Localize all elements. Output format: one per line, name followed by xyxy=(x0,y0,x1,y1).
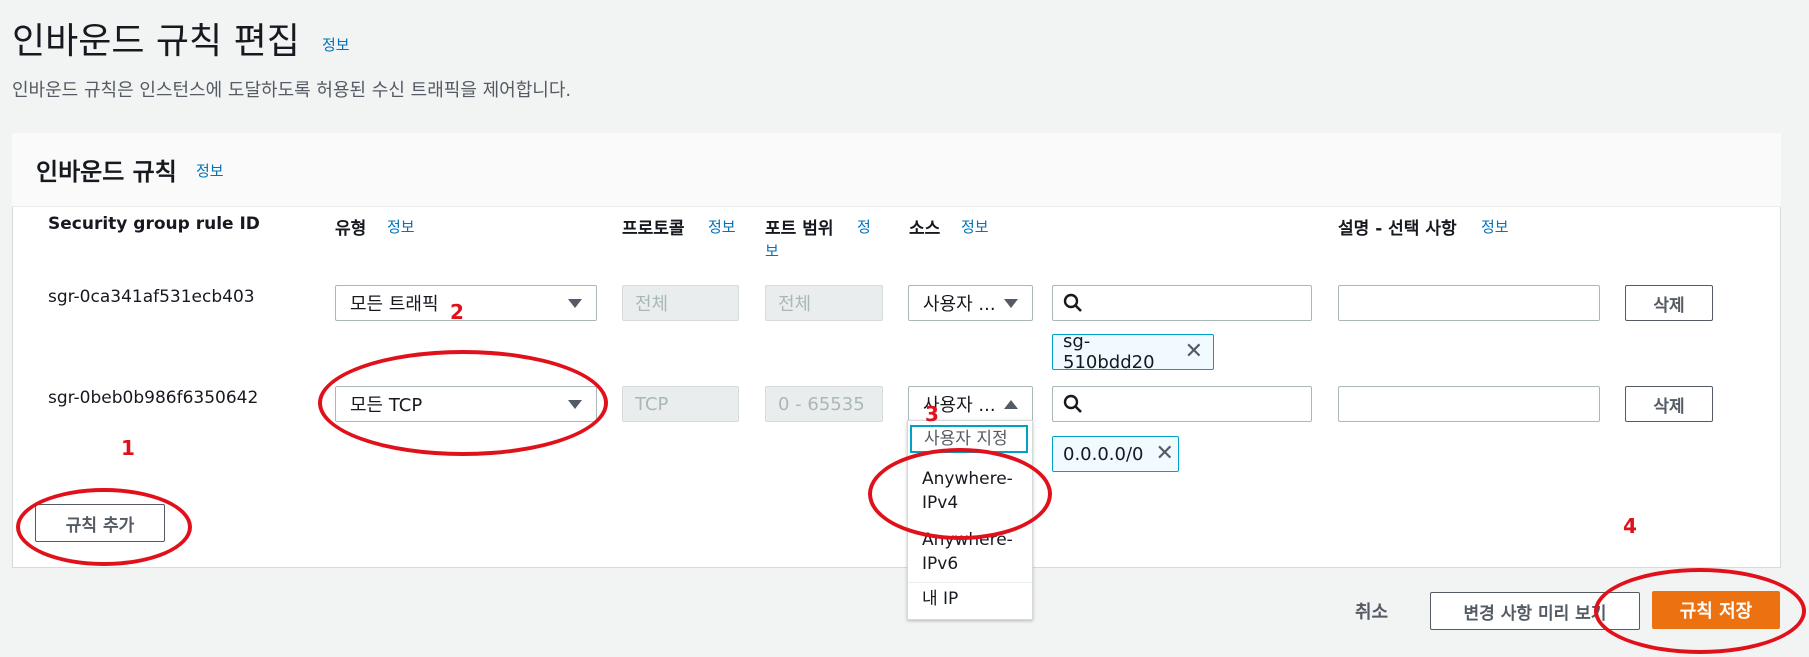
search-icon xyxy=(1063,394,1082,413)
description-input-2[interactable] xyxy=(1338,386,1600,422)
column-header-type: 유형 xyxy=(335,219,367,239)
caret-up-icon xyxy=(1004,399,1018,409)
column-header-port-range: 포트 범위 xyxy=(765,219,834,239)
cancel-button[interactable]: 취소 xyxy=(1355,598,1388,624)
token-label: 0.0.0.0/0 xyxy=(1063,443,1144,465)
annotation-number-4: 4 xyxy=(1623,514,1637,538)
rule-id-1: sgr-0ca341af531ecb403 xyxy=(48,287,255,307)
source-select-1[interactable]: 사용자 ... xyxy=(908,285,1033,321)
caret-down-icon xyxy=(1004,298,1018,308)
caret-down-icon xyxy=(568,298,582,308)
delete-button-2[interactable]: 삭제 xyxy=(1625,386,1713,422)
page-title: 인바운드 규칙 편집 xyxy=(12,21,300,62)
protocol-field-1: 전체 xyxy=(622,285,739,321)
source-token-1: sg-510bdd20 ✕ xyxy=(1052,331,1214,373)
port-field-2: 0 - 65535 xyxy=(765,386,883,422)
source-select-value: 사용자 ... xyxy=(923,294,996,315)
column-header-description: 설명 - 선택 사항 xyxy=(1338,219,1457,239)
cidr-search-input-2[interactable] xyxy=(1052,386,1312,422)
annotation-number-3: 3 xyxy=(925,402,939,426)
column-header-source: 소스 xyxy=(909,219,941,239)
page-description: 인바운드 규칙은 인스턴스에 도달하도록 허용된 수신 트래픽을 제어합니다. xyxy=(12,80,572,101)
rule-id-2: sgr-0beb0b986f6350642 xyxy=(48,388,259,408)
source-info-link[interactable]: 정보 xyxy=(961,216,989,237)
panel-info-link[interactable]: 정보 xyxy=(196,160,224,181)
description-info-link[interactable]: 정보 xyxy=(1481,216,1509,237)
annotation-ellipse-3 xyxy=(868,448,1052,540)
title-info-link[interactable]: 정보 xyxy=(322,34,350,55)
type-info-link[interactable]: 정보 xyxy=(387,216,415,237)
type-select-value: 모든 트래픽 xyxy=(350,294,439,315)
type-select-1[interactable]: 모든 트래픽 xyxy=(335,285,597,321)
protocol-field-2: TCP xyxy=(622,386,739,422)
source-token-2: 0.0.0.0/0 ✕ xyxy=(1052,436,1179,472)
token-label: sg-510bdd20 xyxy=(1063,331,1155,373)
panel-header xyxy=(12,133,1781,207)
remove-token-icon[interactable]: ✕ xyxy=(1156,443,1174,465)
annotation-ellipse-4 xyxy=(1594,568,1806,654)
port-field-1: 전체 xyxy=(765,285,883,321)
dropdown-option-my-ip[interactable]: 내 IP xyxy=(922,587,1022,611)
remove-token-icon[interactable]: ✕ xyxy=(1185,341,1203,363)
panel-title: 인바운드 규칙 xyxy=(36,158,177,186)
description-input-1[interactable] xyxy=(1338,285,1600,321)
annotation-number-1: 1 xyxy=(121,436,135,460)
annotation-number-2: 2 xyxy=(450,300,464,324)
dropdown-separator xyxy=(908,582,1032,583)
annotation-ellipse-1 xyxy=(16,488,192,566)
port-info-link-wrap[interactable]: 보 xyxy=(765,240,779,261)
annotation-ellipse-2 xyxy=(318,350,608,456)
port-info-link[interactable]: 정 xyxy=(857,216,871,237)
protocol-info-link[interactable]: 정보 xyxy=(708,216,736,237)
cidr-search-input-1[interactable] xyxy=(1052,285,1312,321)
column-header-rule-id: Security group rule ID xyxy=(48,214,260,234)
column-header-protocol: 프로토콜 xyxy=(622,219,685,239)
delete-button-1[interactable]: 삭제 xyxy=(1625,285,1713,321)
search-icon xyxy=(1063,293,1082,312)
